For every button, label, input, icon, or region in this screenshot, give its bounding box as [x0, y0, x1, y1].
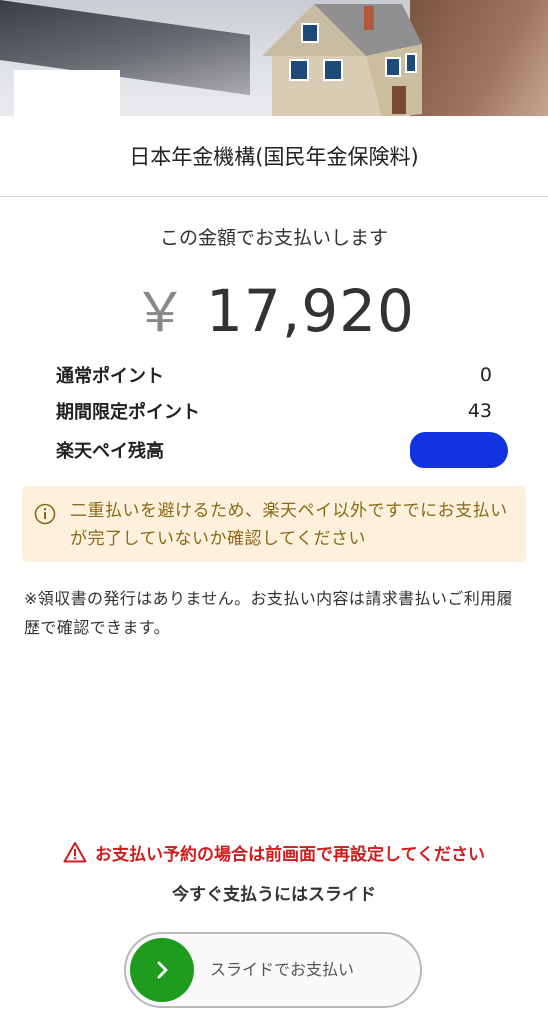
slide-knob[interactable]	[130, 938, 194, 1002]
limited-points-value: 43	[467, 400, 492, 422]
header-image	[0, 0, 548, 116]
double-payment-notice: 二重払いを避けるため、楽天ペイ以外ですでにお支払いが完了していないか確認してくだ…	[22, 486, 526, 562]
warning-triangle-icon	[63, 842, 87, 863]
logo-placeholder	[14, 70, 120, 116]
regular-points-value: 0	[479, 364, 492, 386]
limited-points-label: 期間限定ポイント	[56, 402, 200, 423]
payment-amount: ￥ 17,920	[0, 268, 548, 347]
limited-points-row: 期間限定ポイント 43	[56, 396, 492, 426]
payee-name: 日本年金機構(国民年金保険料)	[0, 116, 548, 197]
regular-points-label: 通常ポイント	[56, 366, 164, 387]
slide-instruction: 今すぐ支払うにはスライド	[172, 885, 376, 905]
amount-value: 17,920	[206, 277, 415, 345]
currency-symbol: ￥	[133, 281, 189, 344]
house-illustration	[262, 4, 422, 116]
redaction-mark	[410, 432, 508, 468]
slide-button-label: スライドでお支払い	[210, 960, 355, 979]
balance-label: 楽天ペイ残高	[56, 441, 164, 462]
notice-text: 二重払いを避けるため、楽天ペイ以外ですでにお支払いが完了していないか確認してくだ…	[70, 501, 508, 549]
payment-subtitle: この金額でお支払いします	[159, 227, 388, 249]
receipt-note: ※領収書の発行はありません。お支払い内容は請求書払いご利用履歴で確認できます。	[24, 589, 513, 637]
info-circle-icon	[34, 503, 56, 525]
reservation-warning: お支払い予約の場合は前画面で再設定してください	[0, 838, 548, 866]
chevron-right-icon	[157, 961, 168, 979]
regular-points-row: 通常ポイント 0	[56, 360, 492, 390]
slide-to-pay-control[interactable]: スライドでお支払い	[124, 932, 422, 1008]
warning-text: お支払い予約の場合は前画面で再設定してください	[95, 844, 485, 865]
